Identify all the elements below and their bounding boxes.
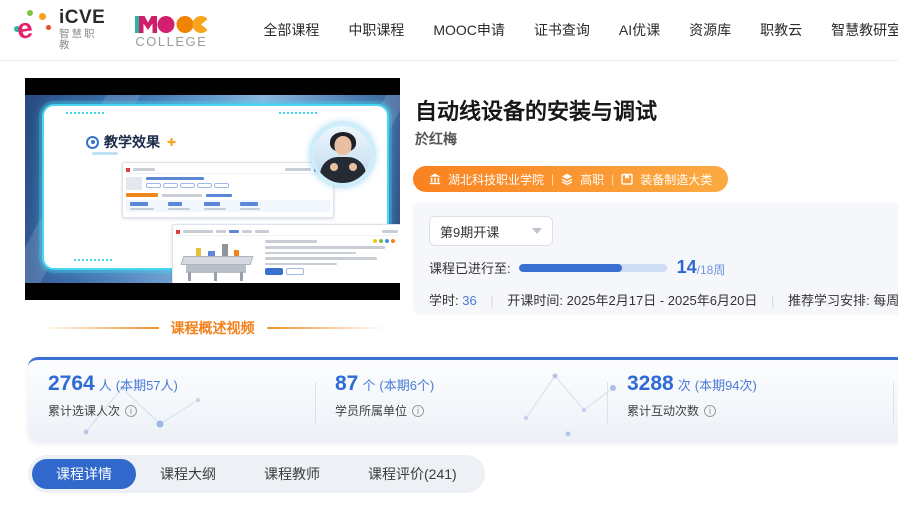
stat-enrollments-value: 2764 (48, 372, 95, 396)
stat-organizations-note: (本期6个) (379, 375, 434, 394)
icve-logo-dot-orange (39, 13, 46, 20)
slide-screenshot-platform (122, 162, 334, 218)
progress-fill (519, 264, 623, 272)
stat-organizations-value: 87 (335, 372, 358, 396)
nav-item-smart-teaching-office[interactable]: 智慧教研室 (831, 20, 898, 40)
stat-divider (315, 382, 316, 424)
badge-category: 装备制造大类 (640, 171, 712, 188)
dates-label: 开课时间: (507, 293, 563, 308)
stat-organizations: 87 个 (本期6个) 学员所属单位 (335, 372, 434, 419)
meta-divider: | (771, 293, 774, 308)
icve-subtitle: 智慧职教 (59, 29, 105, 52)
course-info-badge: 湖北科技职业学院 高职 装备制造大类 (413, 166, 728, 192)
icve-name: iCVE (59, 8, 105, 29)
tab-course-reviews[interactable]: 课程评价(241) (344, 459, 481, 489)
mooc-logo-shapes (135, 13, 207, 33)
stat-organizations-unit: 个 (362, 375, 375, 394)
slide-title: 教学效果 ✚ (86, 132, 176, 152)
stat-enrollments: 2764 人 (本期57人) 累计选课人次 (48, 372, 178, 419)
icve-logo-e-glyph: e (15, 14, 34, 44)
page-title: 自动线设备的安装与调试 (415, 94, 657, 126)
stat-enrollments-label: 累计选课人次 (48, 402, 120, 419)
slide-decor-dots (74, 259, 112, 261)
plan-label: 推荐学习安排: (788, 293, 870, 308)
progress-bar (519, 264, 667, 272)
progress-total-weeks: /18周 (697, 261, 726, 278)
stat-divider (893, 382, 894, 424)
badge-school: 湖北科技职业学院 (448, 171, 544, 188)
top-navigation-bar: e iCVE 智慧职教 MOOC COLLEGE 全部课程 中职课程 MOOC申… (0, 0, 898, 61)
course-overview-video-player[interactable]: 教学效果 ✚ (25, 78, 400, 300)
course-progress-row: 课程已进行至: 14 /18周 (429, 257, 898, 278)
nav-item-resource-library[interactable]: 资源库 (689, 20, 731, 40)
stat-interactions-value: 3288 (627, 372, 674, 396)
tab-course-details[interactable]: 课程详情 (32, 459, 136, 489)
meta-divider: | (490, 293, 493, 308)
main-nav: 全部课程 中职课程 MOOC申请 证书查询 AI优课 资源库 职教云 智慧教研室… (263, 20, 898, 40)
hours-label: 学时: (429, 293, 459, 308)
video-caption: 课程概述视频 (171, 318, 255, 338)
caption-right-line (267, 327, 385, 329)
session-select[interactable]: 第9期开课 (429, 216, 553, 246)
icve-logo-dot-red (46, 25, 51, 30)
mooc-college-text: COLLEGE (135, 35, 207, 48)
slide-title-text: 教学效果 (104, 132, 160, 152)
info-icon[interactable] (704, 405, 716, 417)
progress-current-week: 14 (677, 257, 697, 278)
stat-enrollments-note: (本期57人) (116, 375, 178, 394)
icve-logo-icon[interactable]: e (14, 9, 54, 51)
plan-value: 每周2.00小时 (873, 293, 898, 308)
video-scene: 教学效果 ✚ (25, 95, 400, 283)
session-select-value: 第9期开课 (440, 222, 499, 241)
info-icon[interactable] (125, 405, 137, 417)
tab-course-outline[interactable]: 课程大纲 (136, 459, 240, 489)
badge-separator (611, 172, 614, 186)
slide-title-underline (92, 152, 118, 155)
nav-item-mooc-apply[interactable]: MOOC申请 (433, 20, 505, 40)
mooc-college-logo[interactable]: MOOC COLLEGE (135, 13, 207, 48)
chevron-down-icon (532, 228, 542, 234)
equipment-illustration (176, 238, 262, 282)
instructor-name: 於红梅 (415, 129, 457, 149)
school-icon (429, 173, 441, 185)
tab-course-teachers[interactable]: 课程教师 (240, 459, 344, 489)
nav-item-vocational-cloud[interactable]: 职教云 (760, 20, 802, 40)
nav-item-all-courses[interactable]: 全部课程 (263, 20, 319, 40)
course-stats-card: 2764 人 (本期57人) 累计选课人次 87 个 (本期6个) 学员所属单位… (28, 357, 898, 442)
video-slide-frame: 教学效果 ✚ (42, 104, 389, 270)
stat-enrollments-unit: 人 (99, 375, 112, 394)
icve-logo-text[interactable]: iCVE 智慧职教 (59, 8, 105, 52)
dates-value: 2025年2月17日 - 2025年6月20日 (567, 293, 758, 308)
stat-interactions-unit: 次 (678, 375, 691, 394)
course-meta-row: 学时: 36 | 开课时间: 2025年2月17日 - 2025年6月20日 |… (429, 290, 898, 309)
presenter-avatar (311, 123, 374, 186)
nav-item-ai-courses[interactable]: AI优课 (619, 20, 660, 40)
stat-divider (607, 382, 608, 424)
level-layers-icon (561, 173, 573, 185)
slide-decor-dots (279, 112, 317, 114)
progress-label: 课程已进行至: (429, 258, 511, 277)
slide-screenshot-equipment (172, 224, 400, 283)
stat-organizations-label: 学员所属单位 (335, 402, 407, 419)
video-caption-row: 课程概述视频 (25, 318, 400, 338)
stat-interactions: 3288 次 (本期94次) 累计互动次数 (627, 372, 757, 419)
course-tabs: 课程详情 课程大纲 课程教师 课程评价(241) (28, 455, 485, 493)
badge-level: 高职 (580, 171, 604, 188)
nav-item-secondary-vocational[interactable]: 中职课程 (348, 20, 404, 40)
category-icon (621, 173, 633, 185)
hours-value: 36 (462, 293, 476, 308)
stat-interactions-label: 累计互动次数 (627, 402, 699, 419)
caption-left-line (41, 327, 159, 329)
stat-interactions-note: (本期94次) (695, 375, 757, 394)
nav-item-certificate-query[interactable]: 证书查询 (534, 20, 590, 40)
slide-decor-dots (66, 112, 104, 114)
slide-title-badge-icon (86, 136, 99, 149)
slide-decor-plus-icon: ✚ (167, 136, 176, 149)
info-icon[interactable] (412, 405, 424, 417)
course-session-panel: 第9期开课 课程已进行至: 14 /18周 学时: 36 | 开课时间: 202… (413, 203, 898, 315)
badge-separator (551, 172, 554, 186)
